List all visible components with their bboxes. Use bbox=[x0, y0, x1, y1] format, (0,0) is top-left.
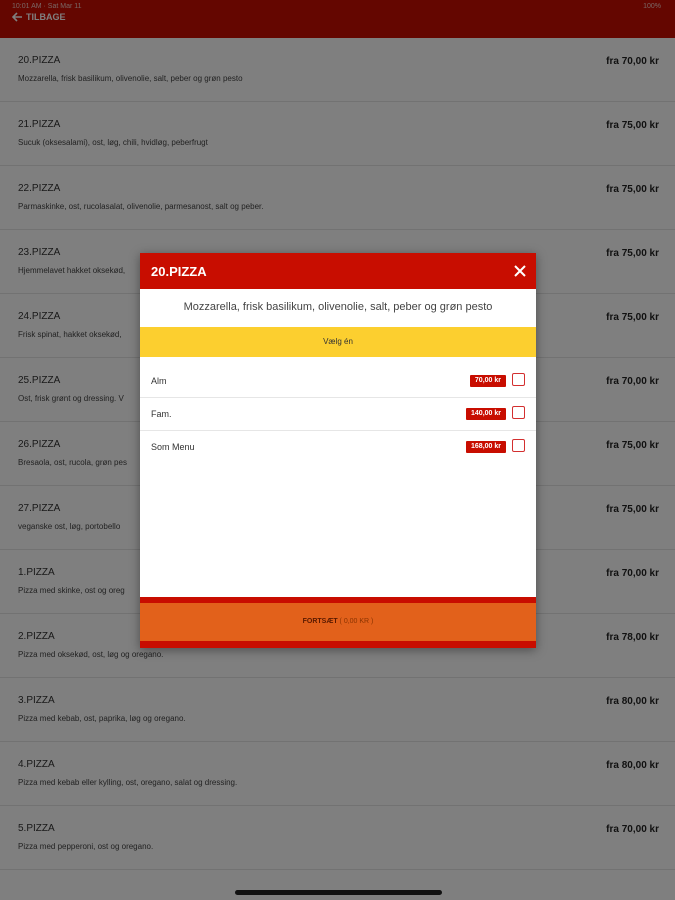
close-icon[interactable] bbox=[513, 264, 527, 278]
option-row[interactable]: Fam. 140,00 kr bbox=[140, 398, 536, 431]
option-checkbox[interactable] bbox=[512, 373, 525, 386]
modal-description: Mozzarella, frisk basilikum, olivenolie,… bbox=[183, 301, 493, 313]
option-label: Som Menu bbox=[151, 442, 195, 452]
option-price-badge: 168,00 kr bbox=[466, 441, 506, 453]
option-label: Alm bbox=[151, 376, 167, 386]
choose-one-bar: Vælg én bbox=[140, 327, 536, 357]
option-price-badge: 70,00 kr bbox=[469, 375, 506, 387]
option-row[interactable]: Som Menu 168,00 kr bbox=[140, 431, 536, 464]
product-modal: 20.PIZZA Mozzarella, frisk basilikum, ol… bbox=[140, 253, 536, 648]
option-price-badge: 140,00 kr bbox=[466, 408, 506, 420]
modal-header: 20.PIZZA bbox=[140, 253, 536, 289]
continue-amount: ( 0,00 KR ) bbox=[339, 618, 374, 625]
option-label: Fam. bbox=[151, 409, 172, 419]
modal-title: 20.PIZZA bbox=[151, 264, 207, 279]
option-row[interactable]: Alm 70,00 kr bbox=[140, 365, 536, 398]
option-checkbox[interactable] bbox=[512, 439, 525, 452]
home-indicator bbox=[235, 890, 442, 895]
option-checkbox[interactable] bbox=[512, 406, 525, 419]
continue-button[interactable]: FORTSÆT ( 0,00 KR ) bbox=[140, 603, 536, 641]
continue-label: FORTSÆT bbox=[302, 618, 338, 625]
